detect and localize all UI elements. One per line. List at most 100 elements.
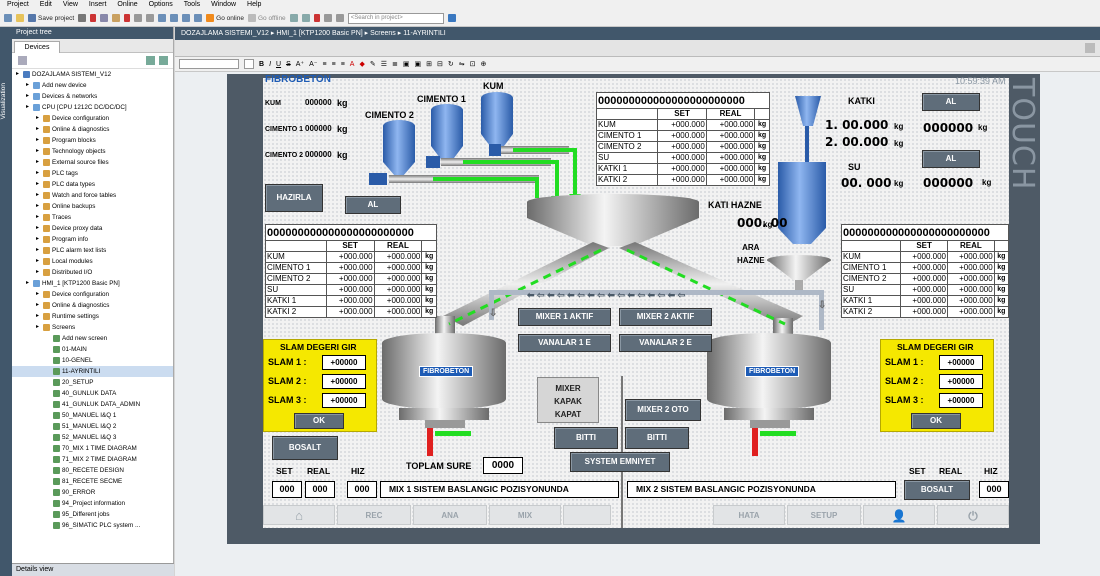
split-vertical-icon[interactable] xyxy=(335,14,344,22)
menu-item[interactable]: View xyxy=(63,0,78,10)
mixer-2-oto-button[interactable]: MIXER 2 OTO xyxy=(625,399,701,421)
nav-blank-button[interactable] xyxy=(563,505,611,525)
tree-item[interactable]: ▸ Online & diagnostics xyxy=(12,300,173,311)
tree-item[interactable]: ▸ Runtime settings xyxy=(12,311,173,322)
tree-item[interactable]: ▸ External source files xyxy=(12,157,173,168)
menu-item[interactable]: Insert xyxy=(89,0,107,10)
font-size-grow-icon[interactable]: A⁺ xyxy=(296,60,304,68)
expand-arrow-icon[interactable]: ▸ xyxy=(36,256,41,267)
tree-item[interactable]: ▸ Online & diagnostics xyxy=(12,124,173,135)
bold-icon[interactable]: B xyxy=(259,61,264,68)
nav-rec-button[interactable]: REC xyxy=(337,505,411,525)
nav-mix-button[interactable]: MIX xyxy=(489,505,561,525)
strikethrough-icon[interactable]: S xyxy=(286,61,291,68)
tree-item[interactable]: 01-MAIN xyxy=(12,344,173,355)
vanalar-2-button[interactable]: VANALAR 2 E xyxy=(619,334,712,352)
tree-item[interactable]: ▸ PLC tags xyxy=(12,168,173,179)
open-project-icon[interactable] xyxy=(16,14,24,22)
nav-ana-button[interactable]: ANA xyxy=(413,505,487,525)
send-back-icon[interactable]: ▣ xyxy=(415,60,422,68)
undo-icon[interactable] xyxy=(134,14,143,22)
split-horizontal-icon[interactable] xyxy=(323,14,332,22)
align-left-icon[interactable]: ≡ xyxy=(323,61,327,68)
expand-arrow-icon[interactable]: ▸ xyxy=(36,179,41,190)
align-center-icon[interactable]: ≡ xyxy=(332,61,336,68)
breadcrumb-item[interactable]: DOZAJLAMA SISTEMI_V12 xyxy=(181,30,269,37)
expand-arrow-icon[interactable]: ▸ xyxy=(36,146,41,157)
upload-icon[interactable] xyxy=(182,14,191,22)
expand-arrow-icon[interactable]: ▸ xyxy=(36,311,41,322)
paste-icon[interactable] xyxy=(112,14,121,22)
slam-right-input[interactable]: +00000 xyxy=(939,374,983,389)
save-project-button[interactable]: Save project xyxy=(28,14,74,22)
table-cell[interactable]: +000.000 xyxy=(325,295,375,307)
expand-arrow-icon[interactable]: ▸ xyxy=(36,190,41,201)
tree-item[interactable]: ▸ HMI_1 [KTP1200 Basic PN] xyxy=(12,278,173,289)
table-cell[interactable]: +000.000 xyxy=(657,163,707,175)
menu-item[interactable]: Options xyxy=(149,0,173,10)
compile-icon[interactable] xyxy=(158,14,167,22)
nav-user-button[interactable]: 👤 xyxy=(863,505,935,525)
simulation-icon[interactable] xyxy=(194,14,203,22)
table-cell[interactable]: +000.000 xyxy=(900,262,948,274)
tree-item[interactable]: ▸ Devices & networks xyxy=(12,91,173,102)
slam-right-input[interactable]: +00000 xyxy=(939,355,983,370)
tree-item[interactable]: ▸ Online backups xyxy=(12,201,173,212)
tab-devices[interactable]: Devices xyxy=(14,41,60,53)
tree-item[interactable]: ▸ Device proxy data xyxy=(12,223,173,234)
breadcrumb-item[interactable]: 11-AYRINTILI xyxy=(403,30,446,37)
menu-item[interactable]: Project xyxy=(7,0,29,10)
table-cell[interactable]: +000.000 xyxy=(900,251,948,263)
tree-item[interactable]: 94_Project information xyxy=(12,498,173,509)
table-cell[interactable]: +000.000 xyxy=(657,174,707,186)
expand-arrow-icon[interactable]: ▸ xyxy=(36,234,41,245)
hiz-value-right[interactable]: 000 xyxy=(979,481,1009,498)
table-cell[interactable]: +000.000 xyxy=(325,273,375,285)
toplam-sure-value[interactable]: 0000 xyxy=(483,457,523,474)
table-cell[interactable]: +000.000 xyxy=(657,130,707,142)
expand-arrow-icon[interactable]: ▸ xyxy=(36,124,41,135)
vanalar-1-button[interactable]: VANALAR 1 E xyxy=(518,334,611,352)
project-search-input[interactable]: <Search in project> xyxy=(347,12,444,24)
nav-home-button[interactable]: ⌂ xyxy=(263,505,335,525)
new-project-icon[interactable] xyxy=(4,14,12,22)
font-color-icon[interactable]: A xyxy=(350,61,355,68)
line-color-icon[interactable]: ✎ xyxy=(370,60,376,68)
mixer-kapak-kapat-button[interactable]: MIXER KAPAK KAPAT xyxy=(537,377,599,423)
expand-arrow-icon[interactable]: ▸ xyxy=(36,135,41,146)
tree-item[interactable]: 20_SETUP xyxy=(12,377,173,388)
table-cell[interactable]: +000.000 xyxy=(325,306,375,318)
menu-item[interactable]: Tools xyxy=(184,0,200,10)
font-family-select[interactable] xyxy=(179,59,239,69)
table-cell[interactable]: +000.000 xyxy=(900,273,948,285)
tree-item[interactable]: ▸ Program info xyxy=(12,234,173,245)
expand-arrow-icon[interactable]: ▸ xyxy=(36,223,41,234)
su-al-button[interactable]: AL xyxy=(922,150,980,168)
line-style-icon[interactable]: ☰ xyxy=(381,60,387,68)
tree-item[interactable]: 41_GUNLUK DATA_ADMIN xyxy=(12,399,173,410)
rotate-icon[interactable]: ↻ xyxy=(448,60,454,68)
tree-item[interactable]: ▸ Distributed I/O xyxy=(12,267,173,278)
table-cell[interactable]: +000.000 xyxy=(325,284,375,296)
tree-item[interactable]: 51_MANUEL I&Q 2 xyxy=(12,421,173,432)
font-size-shrink-icon[interactable]: A⁻ xyxy=(309,60,317,68)
window-control-icon[interactable] xyxy=(1085,43,1095,53)
go-offline-button[interactable]: Go offline xyxy=(247,14,286,22)
menu-item[interactable]: Window xyxy=(211,0,236,10)
group-icon[interactable]: ⊡ xyxy=(470,60,476,68)
expand-arrow-icon[interactable]: ▸ xyxy=(16,69,21,80)
fill-color-icon[interactable]: ◆ xyxy=(359,60,364,68)
nav-setup-button[interactable]: SETUP xyxy=(787,505,861,525)
mixer-2-aktif-button[interactable]: MIXER 2 AKTIF xyxy=(619,308,712,326)
slam-left-input[interactable]: +00000 xyxy=(322,374,366,389)
hazirla-button[interactable]: HAZIRLA xyxy=(265,184,323,212)
line-width-icon[interactable]: ≣ xyxy=(392,60,398,68)
menu-item[interactable]: Help xyxy=(247,0,261,10)
tree-item[interactable]: ▸ Screens xyxy=(12,322,173,333)
tree-item[interactable]: ▸ Traces xyxy=(12,212,173,223)
expand-arrow-icon[interactable]: ▸ xyxy=(26,102,31,113)
tree-item[interactable]: 81_RECETE SECME xyxy=(12,476,173,487)
tree-item[interactable]: 90_ERROR xyxy=(12,487,173,498)
nav-power-button[interactable]: ⏻ xyxy=(937,505,1009,525)
slam-ok-button[interactable]: OK xyxy=(294,413,344,429)
